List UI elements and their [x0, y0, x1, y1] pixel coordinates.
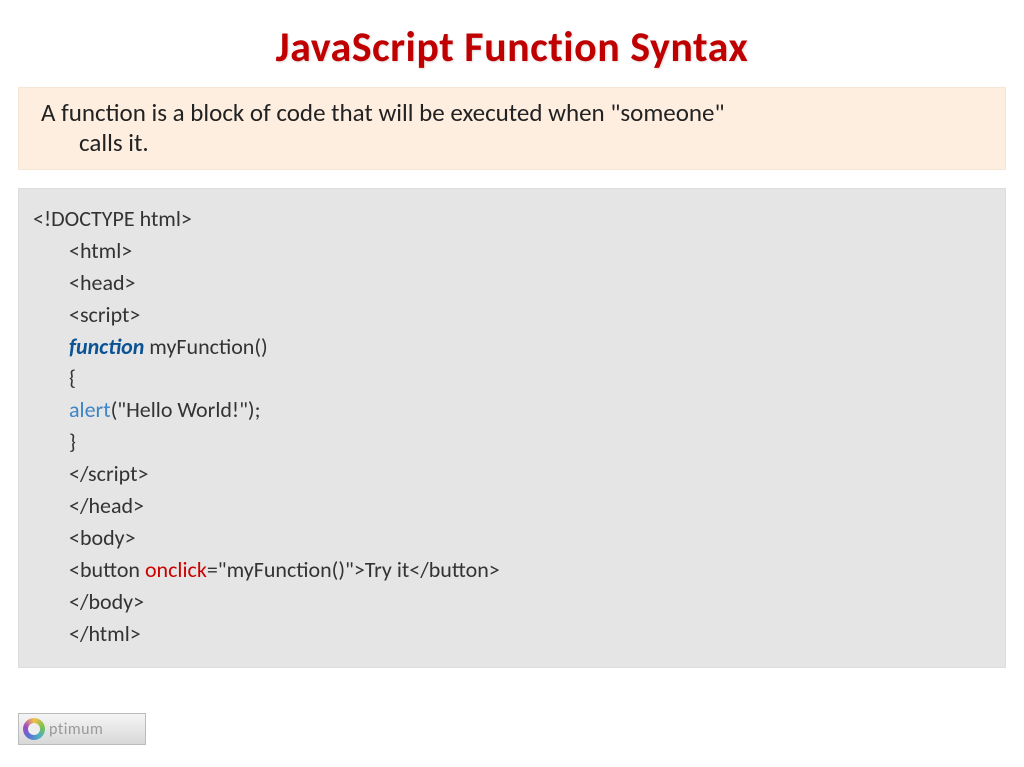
keyword-function: function — [69, 333, 144, 360]
code-line: <head> — [33, 267, 991, 299]
code-line: <script> — [33, 299, 991, 331]
code-line: { — [33, 362, 991, 394]
code-line: } — [33, 426, 991, 458]
logo-circle-icon — [23, 718, 45, 740]
code-line: <button onclick="myFunction()">Try it</b… — [33, 554, 991, 586]
description-text: A function is a block of code that will … — [35, 98, 989, 157]
logo-text: ptimum — [49, 720, 103, 739]
description-box: A function is a block of code that will … — [18, 87, 1006, 170]
code-line: </head> — [33, 490, 991, 522]
description-line-2: calls it. — [41, 128, 989, 158]
code-text: <button — [69, 556, 145, 583]
code-line: </body> — [33, 586, 991, 618]
code-block: <!DOCTYPE html> <html> <head> <script> f… — [18, 188, 1006, 668]
slide: JavaScript Function Syntax A function is… — [0, 0, 1024, 767]
optimum-logo: ptimum — [18, 713, 146, 745]
keyword-alert: alert — [69, 396, 111, 423]
code-text: ("Hello World!"); — [111, 396, 261, 423]
code-line: </html> — [33, 618, 991, 650]
code-text: myFunction() — [144, 333, 267, 360]
code-text: ="myFunction()">Try it</button> — [207, 556, 500, 583]
keyword-onclick: onclick — [145, 556, 207, 583]
code-line: alert("Hello World!"); — [33, 394, 991, 426]
code-line: <!DOCTYPE html> — [33, 203, 991, 235]
code-line: <html> — [33, 235, 991, 267]
code-line: <body> — [33, 522, 991, 554]
code-line: </script> — [33, 458, 991, 490]
description-line-1: A function is a block of code that will … — [41, 97, 725, 128]
code-line: function myFunction() — [33, 331, 991, 363]
page-title: JavaScript Function Syntax — [0, 0, 1024, 87]
